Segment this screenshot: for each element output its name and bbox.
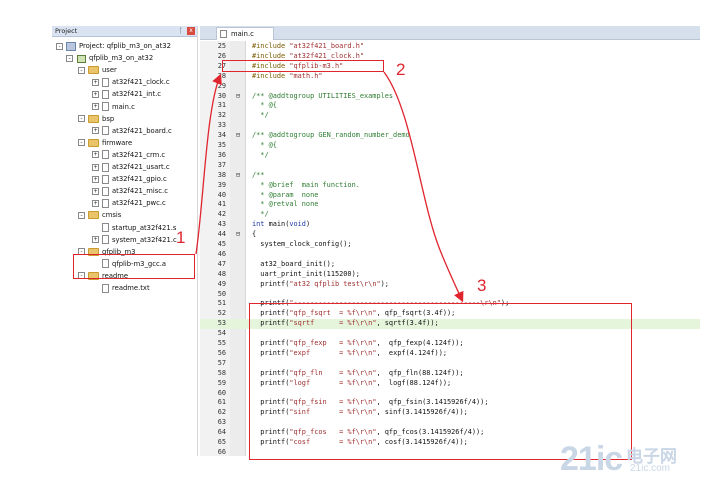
arrow-2-to-3 (383, 71, 464, 303)
watermark-logo: 21ic 电子网 21ic.com (560, 438, 708, 482)
arrow-1-to-2 (195, 73, 222, 255)
watermark-big: 21ic (560, 440, 623, 478)
watermark-small: 21ic.com (630, 463, 671, 474)
annotation-arrows (195, 71, 464, 303)
